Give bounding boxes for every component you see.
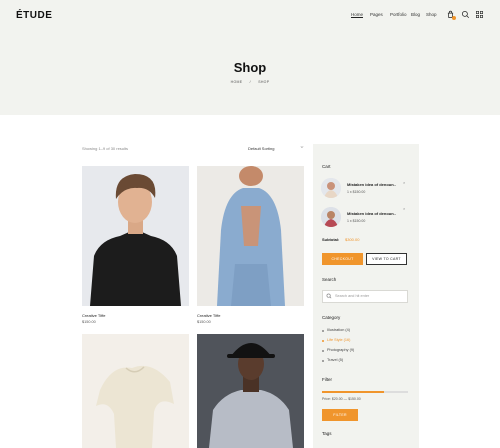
nav-shop[interactable]: Shop — [426, 12, 437, 17]
view-cart-button[interactable]: VIEW TO CART — [366, 253, 407, 265]
checkout-button[interactable]: CHECKOUT — [322, 253, 363, 265]
product-image[interactable] — [197, 166, 304, 306]
nav-home[interactable]: Home — [351, 12, 364, 18]
category-item-life-style[interactable]: Life Style (16) — [327, 338, 350, 342]
price-range-text: Price: $20.00 — $150.00 — [322, 397, 361, 401]
site-logo[interactable]: ÉTUDE — [16, 10, 52, 21]
search-icon[interactable] — [461, 10, 470, 19]
product-price: $150.00 — [82, 320, 96, 324]
cart-item-name[interactable]: Mistaken idea of denoun.. — [347, 211, 396, 216]
results-count: Showing 1–9 of 30 results — [82, 146, 129, 151]
remove-item-icon[interactable]: × — [403, 206, 405, 211]
cart-heading: Cart — [322, 164, 331, 169]
nav-pages[interactable]: Pages — [370, 12, 383, 17]
remove-item-icon[interactable]: × — [403, 180, 405, 185]
category-item-photography[interactable]: Photography (9) — [327, 348, 354, 352]
filter-button[interactable]: FILTER — [322, 409, 358, 421]
search-icon — [326, 293, 332, 299]
breadcrumb-current: SHOP — [258, 80, 270, 84]
cart-item-thumbnail[interactable] — [321, 207, 341, 227]
sort-select[interactable]: Default Sorting — [248, 146, 274, 151]
chevron-down-icon[interactable] — [300, 145, 304, 149]
breadcrumb-separator: / — [249, 80, 251, 84]
list-bullet — [322, 360, 324, 362]
price-range-fill — [322, 391, 384, 393]
cart-item-quantity: 1 x $150.00 — [347, 190, 366, 194]
list-bullet — [322, 330, 324, 332]
page-title: Shop — [233, 60, 267, 75]
subtotal-value: $300.00 — [345, 237, 360, 242]
product-price: $150.00 — [197, 320, 211, 324]
tags-heading: Tags — [322, 431, 332, 436]
nav-portfolio[interactable]: Portfolio — [390, 12, 407, 17]
category-item-illustration[interactable]: Illustration (4) — [327, 328, 350, 332]
list-bullet — [322, 340, 324, 342]
hero-banner — [0, 0, 500, 115]
search-placeholder: Search and hit enter — [335, 294, 370, 298]
product-image[interactable] — [82, 166, 189, 306]
search-heading: Search — [322, 277, 337, 282]
product-name[interactable]: Creative Tiffe — [82, 313, 106, 318]
breadcrumb-home[interactable]: HOME — [231, 80, 243, 84]
product-name[interactable]: Creative Tiffe — [197, 313, 221, 318]
grid-menu-icon[interactable] — [475, 10, 484, 19]
nav-blog[interactable]: Blog — [411, 12, 420, 17]
category-heading: Category — [322, 315, 341, 320]
cart-item-name[interactable]: Mistaken idea of denoun.. — [347, 182, 396, 187]
subtotal-label: Subtotal: — [322, 237, 340, 242]
cart-item-thumbnail[interactable] — [321, 178, 341, 198]
cart-count-badge — [452, 16, 456, 20]
product-image[interactable] — [197, 334, 304, 448]
cart-item-quantity: 1 x $150.00 — [347, 219, 366, 223]
filter-heading: Filter — [322, 377, 332, 382]
breadcrumb: HOME / SHOP — [0, 80, 500, 84]
list-bullet — [322, 350, 324, 352]
category-item-travel[interactable]: Travel (5) — [327, 358, 343, 362]
product-image[interactable] — [82, 334, 189, 448]
